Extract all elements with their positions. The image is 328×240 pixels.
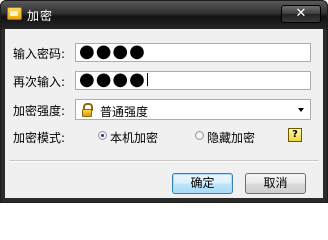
dropdown-arrow-icon[interactable] — [298, 108, 304, 112]
text-caret — [146, 73, 148, 86]
encrypt-dialog: 加密 ✕ 输入密码: ●●●● 再次输入: ●●●● 加密强度: 普通强度 加密… — [0, 0, 328, 203]
confirm-password-label: 再次输入: — [13, 75, 66, 89]
ok-button[interactable]: 确定 — [172, 173, 233, 194]
strength-selected-value: 普通强度 — [100, 105, 149, 119]
strength-label: 加密强度: — [13, 104, 66, 118]
title-bar[interactable]: 加密 ✕ — [1, 1, 327, 29]
password-masked-value: ●●●● — [79, 43, 146, 62]
radio-unchecked-icon[interactable] — [195, 131, 204, 140]
confirm-password-masked-value: ●●●● — [79, 71, 146, 90]
close-button[interactable]: ✕ — [281, 5, 321, 23]
radio-checked-icon[interactable] — [98, 131, 107, 140]
confirm-password-input[interactable]: ●●●● — [75, 71, 311, 90]
password-label: 输入密码: — [13, 47, 66, 61]
cancel-button[interactable]: 取消 — [245, 173, 306, 194]
divider — [9, 160, 319, 162]
dialog-body: 输入密码: ●●●● 再次输入: ●●●● 加密强度: 普通强度 加密模式: 本… — [5, 29, 323, 198]
mode-option-hidden-label[interactable]: 隐藏加密 — [207, 129, 255, 146]
strength-select[interactable]: 普通强度 — [75, 99, 311, 120]
mode-option-local-label[interactable]: 本机加密 — [110, 129, 158, 146]
password-input[interactable]: ●●●● — [75, 43, 311, 62]
help-icon[interactable]: ? — [288, 128, 302, 142]
lock-icon — [82, 103, 93, 117]
folder-app-icon — [7, 7, 22, 20]
mode-label: 加密模式: — [13, 131, 66, 145]
window-title: 加密 — [27, 9, 54, 23]
